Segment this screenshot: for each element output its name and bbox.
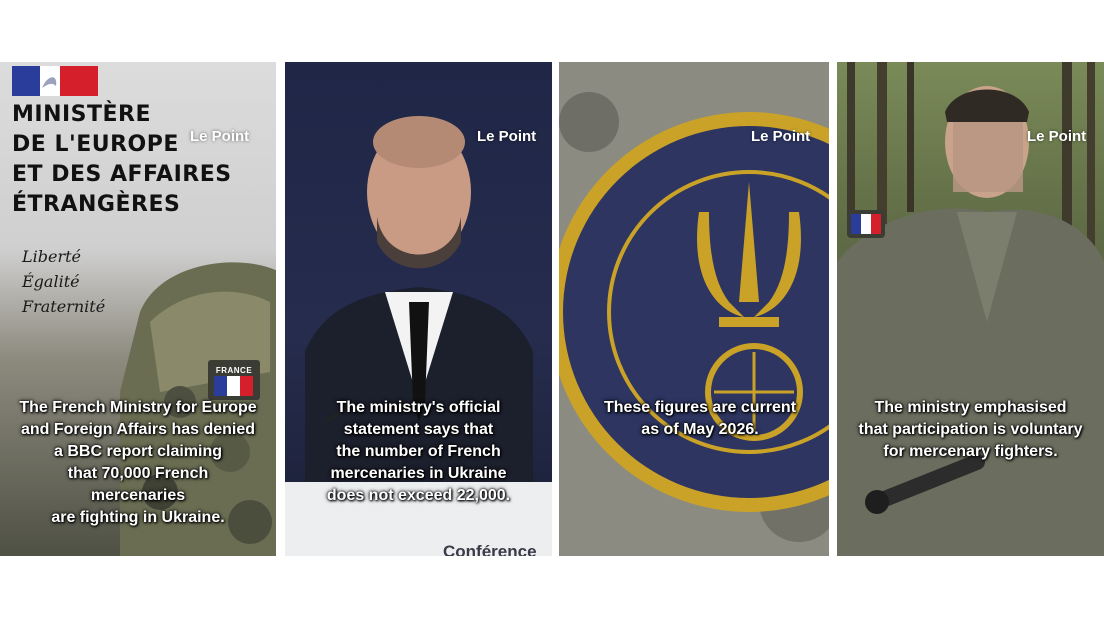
france-patch-label: FRANCE	[215, 366, 253, 375]
republic-motto: Liberté Égalité Fraternité	[22, 247, 106, 316]
le-point-logo: Le Point	[751, 128, 811, 145]
marianne-flag-logo	[12, 66, 98, 96]
caption-text: The ministry's official statement says t…	[326, 399, 511, 504]
le-point-logo: Le Point	[190, 128, 250, 145]
video-frame-4: Le Point The ministry emphasised that pa…	[837, 62, 1104, 556]
le-point-logo: Le Point	[1027, 128, 1087, 145]
le-point-logo: Le Point	[477, 128, 537, 145]
podium-sign-text: Conférence	[443, 542, 537, 556]
video-frame-3: Le Point These figures are current as of…	[559, 62, 829, 556]
video-frame-1: MINISTÈRE DE L'EUROPE ET DES AFFAIRES ÉT…	[0, 62, 276, 556]
caption-text: These figures are current as of May 2026…	[603, 399, 797, 438]
caption-text: The ministry emphasised that participati…	[858, 399, 1083, 460]
caption-text: The French Ministry for Europe and Forei…	[19, 399, 257, 526]
video-frame-2: Conférence Le Point The ministry's offic…	[285, 62, 552, 556]
ministry-heading: MINISTÈRE DE L'EUROPE ET DES AFFAIRES ÉT…	[12, 102, 232, 217]
